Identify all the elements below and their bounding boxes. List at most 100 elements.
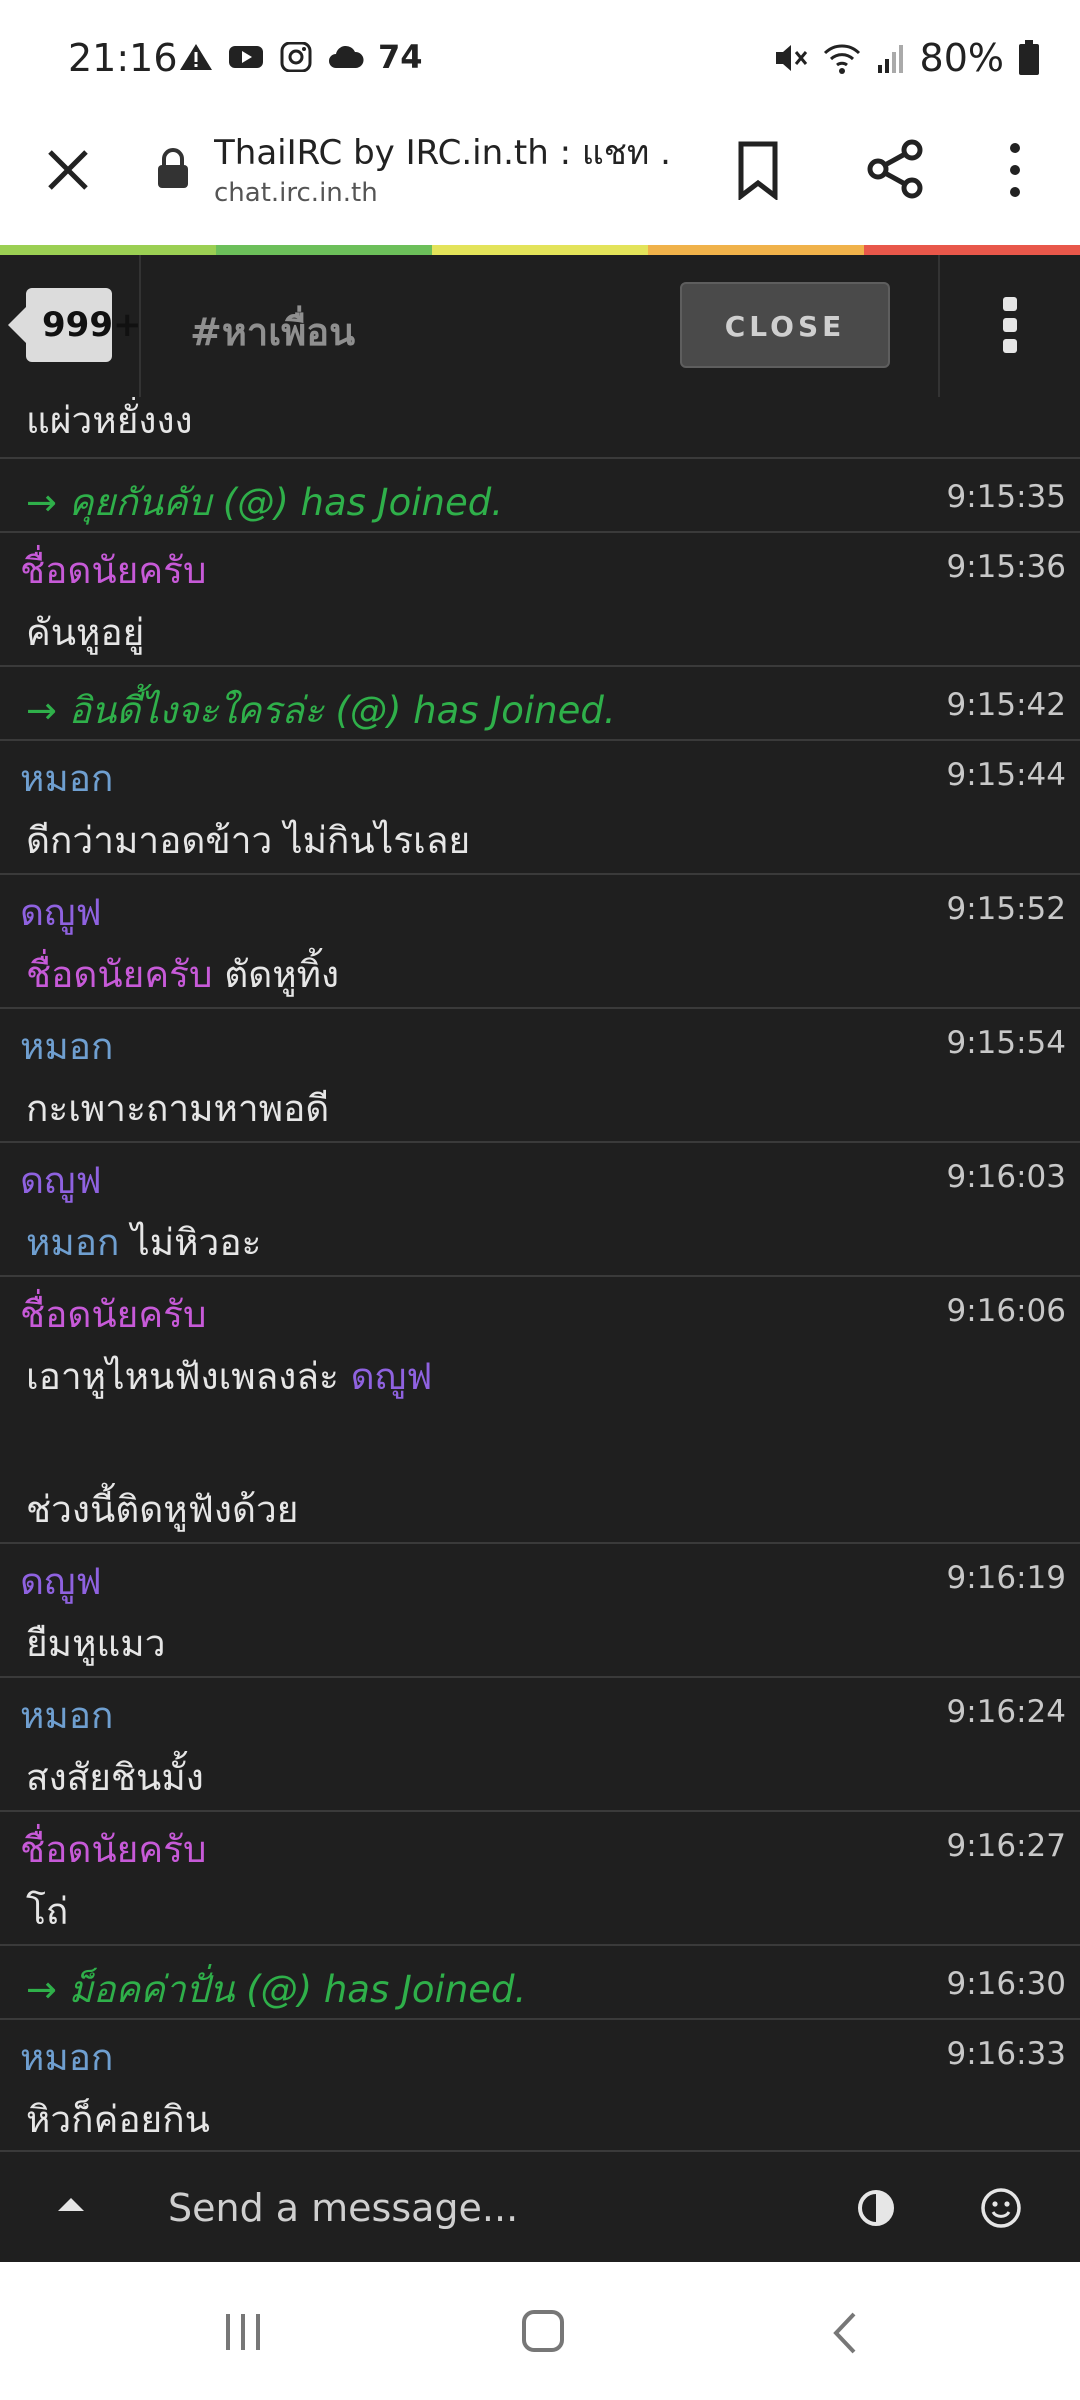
message-text-rest: ตัดหูทิ้ง [212, 953, 340, 996]
chat-header: 999+ #หาเพื่อน CLOSE [0, 255, 1080, 399]
mention-nick[interactable]: หมอก [26, 1221, 119, 1264]
message-timestamp: 9:16:27 [946, 1828, 1066, 1864]
recent-apps-icon[interactable] [222, 2312, 264, 2352]
message-item: ชื่อดนัยครับ 9:16:27 โถ่ [0, 1812, 1080, 1946]
join-text: → ม็อคค่าปั่น (@) has Joined. [26, 1968, 527, 2011]
unread-badge[interactable]: 999+ [8, 288, 141, 362]
join-notice: → ม็อคค่าปั่น (@) has Joined. 9:16:30 [0, 1946, 1080, 2020]
message-timestamp: 9:15:42 [946, 687, 1066, 723]
expand-up-icon[interactable] [58, 2198, 84, 2211]
status-time: 21:16 [68, 36, 178, 80]
message-nick[interactable]: หมอก [20, 749, 113, 808]
message-item: ดญูฟ 9:15:52 ชื่อดนัยครับ ตัดหูทิ้ง [0, 875, 1080, 1009]
cloud-icon [329, 45, 364, 68]
message-timestamp: 9:16:24 [946, 1694, 1066, 1730]
browser-toolbar: ThaiIRC by IRC.in.th : แชท ... chat.irc.… [0, 120, 1080, 245]
message-text: กะเพาะถามหาพอดี [26, 1087, 330, 1130]
message-timestamp: 9:15:52 [946, 891, 1066, 927]
message-item: ชื่อดนัยครับ 9:15:36 คันหูอยู่ [0, 533, 1080, 667]
message-timestamp: 9:15:54 [946, 1025, 1066, 1061]
status-system-icons: 80% [772, 36, 1040, 80]
rainbow-segment [216, 245, 432, 255]
battery-icon [1019, 40, 1039, 75]
message-text: คันหูอยู่ [26, 611, 145, 654]
rainbow-segment [432, 245, 648, 255]
message-text: สงสัยชินมั้ง [26, 1756, 204, 1799]
rainbow-segment [0, 245, 216, 255]
rainbow-segment [648, 245, 864, 255]
message-item: หมอก 9:16:33 หิวก็ค่อยกิน [0, 2020, 1080, 2150]
wifi-icon [823, 44, 860, 74]
message-nick[interactable]: หมอก [20, 1017, 113, 1076]
back-icon[interactable] [830, 2310, 858, 2356]
close-tab-icon[interactable] [40, 142, 96, 198]
message-text: แผ่วหยั่งงง [26, 399, 193, 442]
status-bar: 21:16 74 80% [0, 0, 1080, 120]
warning-icon [180, 44, 212, 70]
message-item: หมอก 9:15:44 ดีกว่ามาอดข้าว ไม่กินไรเลย [0, 741, 1080, 875]
contrast-icon[interactable] [857, 2189, 895, 2227]
message-text: ยืมหูแมว [26, 1622, 166, 1665]
message-timestamp: 9:16:06 [946, 1293, 1066, 1329]
message-timestamp: 9:15:44 [946, 757, 1066, 793]
page-url[interactable]: chat.irc.in.th [214, 178, 378, 208]
mute-icon [775, 45, 807, 71]
message-nick[interactable]: ดญูฟ [20, 1552, 102, 1611]
divider [139, 255, 141, 397]
message-item: ดญูฟ 9:16:19 ยืมหูแมว [0, 1544, 1080, 1678]
battery-percent: 80% [919, 36, 1004, 80]
page-load-rainbow-bar [0, 245, 1080, 255]
message-timestamp: 9:16:03 [946, 1159, 1066, 1195]
page-title[interactable]: ThaiIRC by IRC.in.th : แชท ... [214, 125, 674, 179]
message-composer: Send a message... [0, 2150, 1080, 2264]
message-text: โถ่ [26, 1890, 69, 1933]
message-timestamp: 9:16:19 [946, 1560, 1066, 1596]
mention-nick[interactable]: ดญูฟ [351, 1355, 433, 1398]
message-text-line2: ช่วงนี้ติดหูฟังด้วย [26, 1488, 299, 1531]
status-notification-icons: 74 [178, 38, 423, 76]
emoji-icon[interactable] [980, 2187, 1022, 2229]
message-input[interactable]: Send a message... [168, 2180, 788, 2236]
message-nick[interactable]: หมอก [20, 1686, 113, 1745]
join-text: → อินดี้ไงจะใครล่ะ (@) has Joined. [26, 689, 616, 732]
message-timestamp: 9:16:33 [946, 2036, 1066, 2072]
youtube-icon [229, 46, 263, 68]
message-text: หิวก็ค่อยกิน [26, 2098, 210, 2141]
join-notice: → คุยกันคับ (@) has Joined. 9:15:35 [0, 459, 1080, 533]
message-nick[interactable]: ชื่อดนัยครับ [20, 541, 206, 600]
message-nick[interactable]: ชื่อดนัยครับ [20, 1820, 206, 1879]
divider [938, 255, 940, 397]
lock-icon[interactable] [155, 146, 191, 190]
message-list[interactable]: แผ่วหยั่งงง → คุยกันคับ (@) has Joined. … [0, 397, 1080, 2150]
bookmark-icon[interactable] [733, 140, 783, 200]
notification-count: 74 [378, 38, 423, 76]
rainbow-segment [864, 245, 1080, 255]
message-nick[interactable]: ดญูฟ [20, 1151, 102, 1210]
signal-icon [877, 45, 903, 73]
more-vert-icon[interactable] [995, 140, 1035, 200]
message-item: แผ่วหยั่งงง [0, 397, 1080, 459]
message-timestamp: 9:15:35 [946, 479, 1066, 515]
mention-nick[interactable]: ชื่อดนัยครับ [26, 953, 212, 996]
home-icon[interactable] [520, 2308, 566, 2354]
instagram-icon [280, 42, 312, 72]
message-nick[interactable]: ชื่อดนัยครับ [20, 1285, 206, 1344]
message-item: หมอก 9:15:54 กะเพาะถามหาพอดี [0, 1009, 1080, 1143]
message-item: หมอก 9:16:24 สงสัยชินมั้ง [0, 1678, 1080, 1812]
message-nick[interactable]: หมอก [20, 2028, 113, 2087]
message-timestamp: 9:15:36 [946, 549, 1066, 585]
join-text: → คุยกันคับ (@) has Joined. [26, 481, 503, 524]
message-item: ดญูฟ 9:16:03 หมอก ไม่หิวอะ [0, 1143, 1080, 1277]
channel-name: #หาเพื่อน [190, 310, 356, 354]
share-icon[interactable] [864, 138, 926, 200]
message-timestamp: 9:16:30 [946, 1966, 1066, 2002]
message-text: ชื่อดนัยครับ ตัดหูทิ้ง [26, 945, 339, 1004]
message-text: ดีกว่ามาอดข้าว ไม่กินไรเลย [26, 819, 471, 862]
message-text-rest: ไม่หิวอะ [119, 1221, 262, 1264]
message-nick[interactable]: ดญูฟ [20, 883, 102, 942]
close-channel-button[interactable]: CLOSE [680, 282, 890, 368]
message-text-part: เอาหูไหนฟังเพลงล่ะ [26, 1355, 351, 1398]
message-text: เอาหูไหนฟังเพลงล่ะ ดญูฟ [26, 1347, 432, 1406]
channel-menu-icon[interactable] [996, 297, 1024, 357]
message-item: ชื่อดนัยครับ 9:16:06 เอาหูไหนฟังเพลงล่ะ … [0, 1277, 1080, 1544]
